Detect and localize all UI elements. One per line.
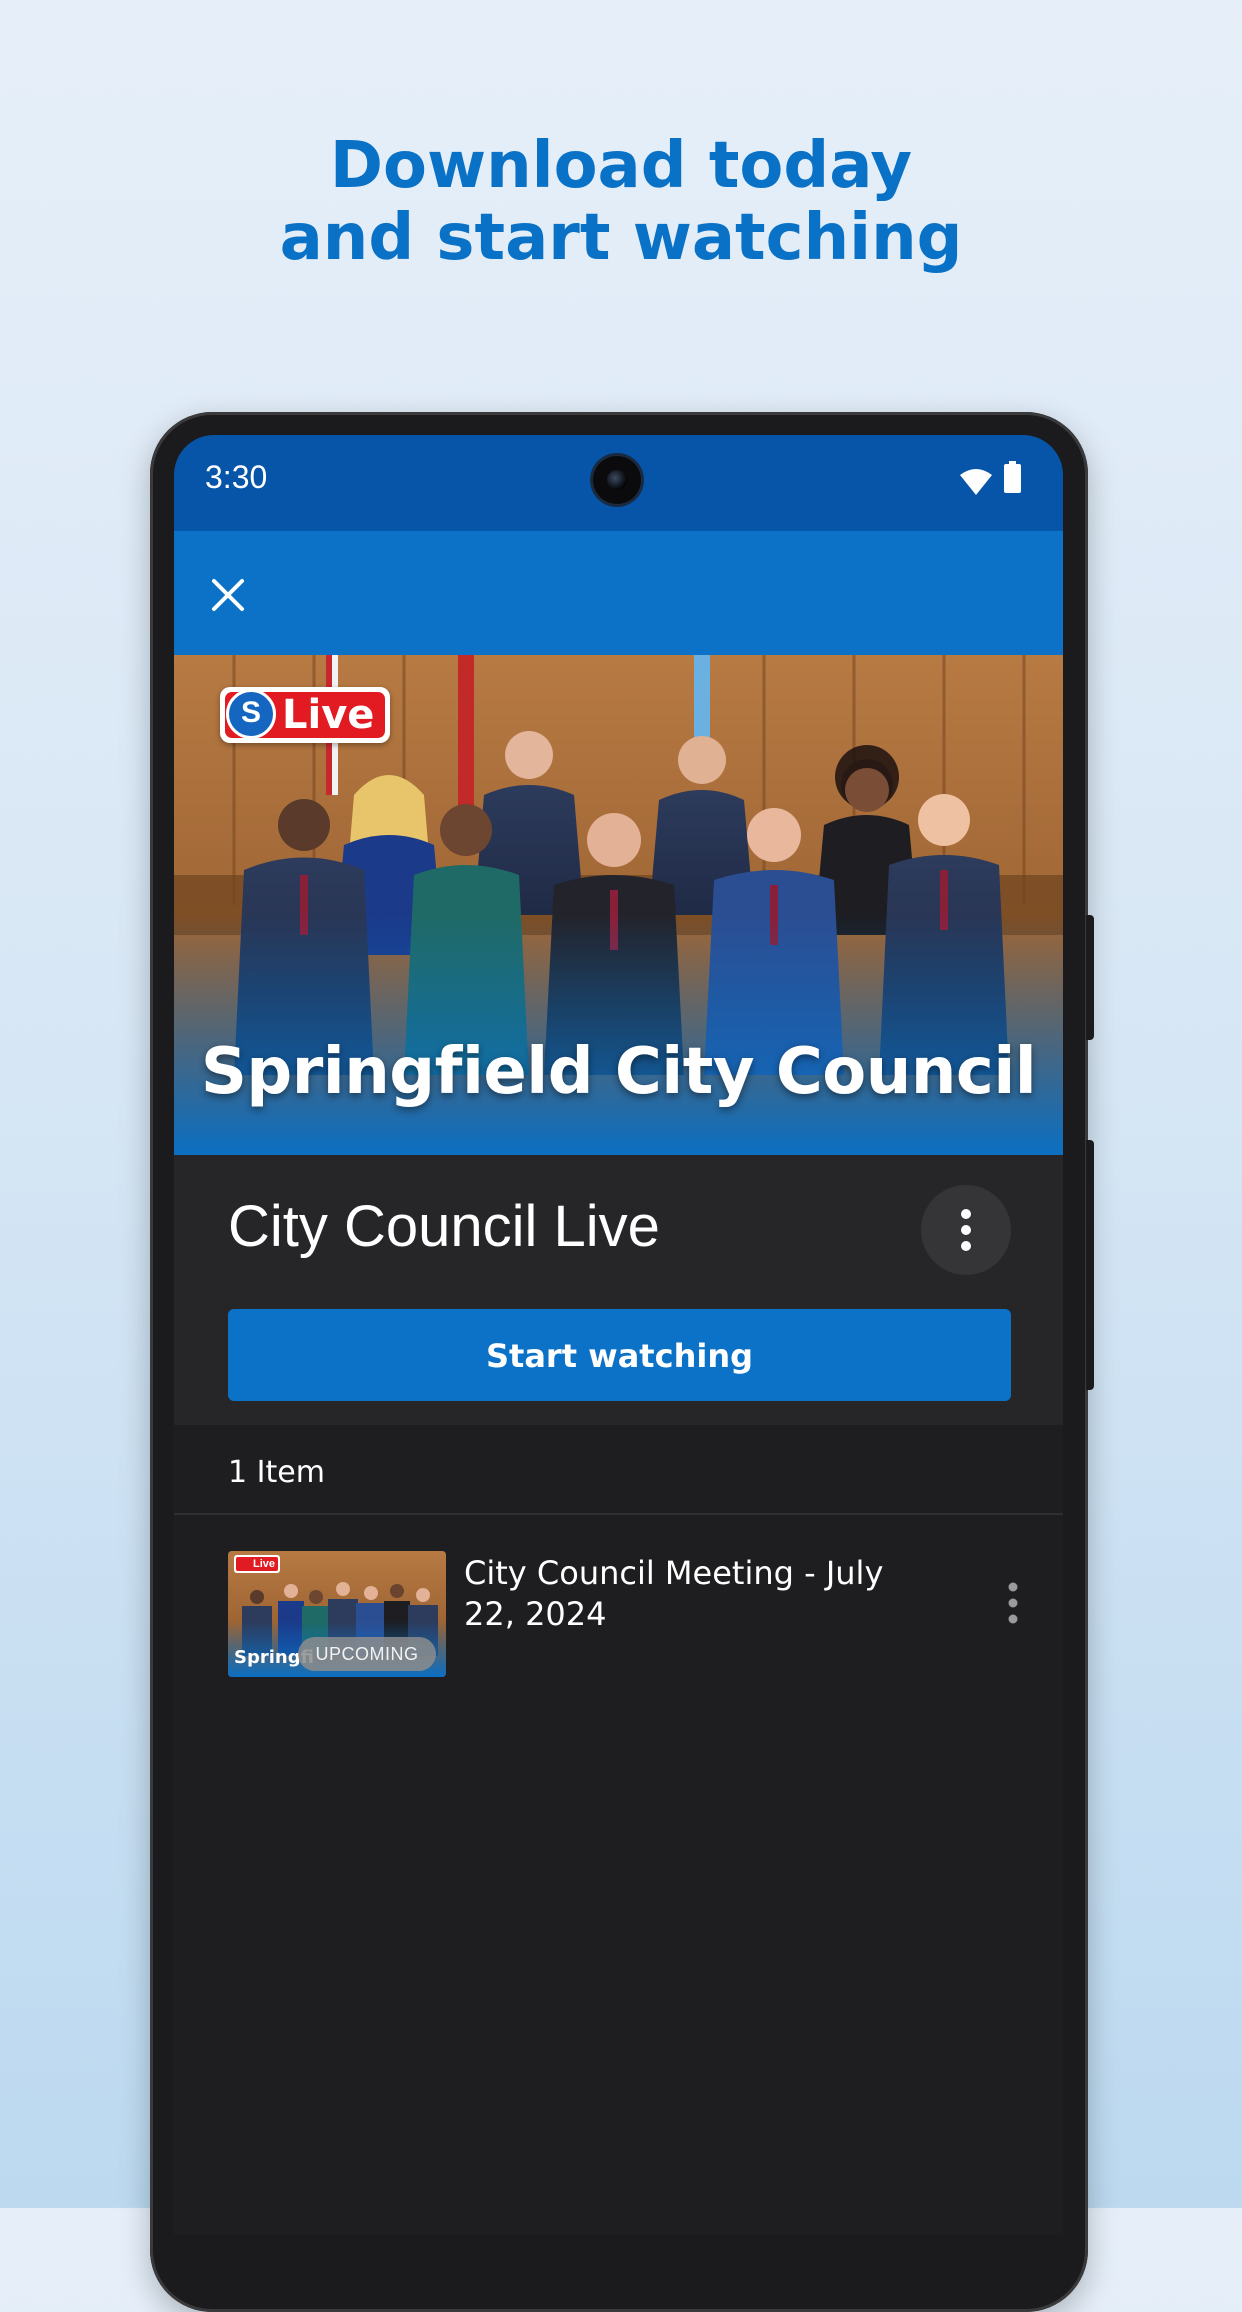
phone-screen: 3:30 S Live Springfield City Council Cit… xyxy=(174,435,1063,2235)
live-logo-icon: S xyxy=(226,689,276,739)
live-badge-label: Live xyxy=(282,692,375,738)
start-watching-button[interactable]: Start watching xyxy=(228,1309,1011,1401)
program-more-button[interactable] xyxy=(921,1185,1011,1275)
hero-title: Springfield City Council xyxy=(200,1035,1037,1109)
more-vertical-icon[interactable] xyxy=(1005,1581,1021,1625)
more-vertical-icon xyxy=(961,1209,971,1251)
thumbnail-live-badge: Live xyxy=(234,1555,280,1573)
list-item[interactable]: Live Springfi UPCOMING City Council Meet… xyxy=(174,1515,1063,1685)
episode-list: 1 Item Live Springfi UPCOMING City Counc… xyxy=(174,1425,1063,2235)
phone-volume-button xyxy=(1086,1140,1094,1390)
phone-side-button xyxy=(1086,915,1094,1040)
camera-cutout xyxy=(593,456,641,504)
item-count: 1 Item xyxy=(228,1455,325,1490)
status-time: 3:30 xyxy=(205,459,268,495)
wifi-icon xyxy=(960,469,992,495)
upcoming-badge: UPCOMING xyxy=(298,1637,436,1671)
promo-headline-line2: and start watching xyxy=(279,201,963,275)
thumbnail-live-label: Live xyxy=(236,1557,278,1571)
hero-image: S Live Springfield City Council xyxy=(174,655,1063,1155)
program-info: City Council Live Start watching xyxy=(174,1155,1063,1425)
promo-headline: Download today and start watching xyxy=(0,130,1242,274)
live-badge: S Live xyxy=(220,687,390,743)
status-bar: 3:30 xyxy=(174,435,1063,531)
episode-thumbnail: Live Springfi UPCOMING xyxy=(228,1551,446,1677)
battery-icon xyxy=(1004,461,1021,493)
close-icon[interactable] xyxy=(208,575,248,615)
program-title: City Council Live xyxy=(228,1194,660,1259)
app-bar xyxy=(174,531,1063,655)
promo-headline-line1: Download today xyxy=(329,129,913,203)
episode-title: City Council Meeting - July 22, 2024 xyxy=(464,1554,884,1633)
